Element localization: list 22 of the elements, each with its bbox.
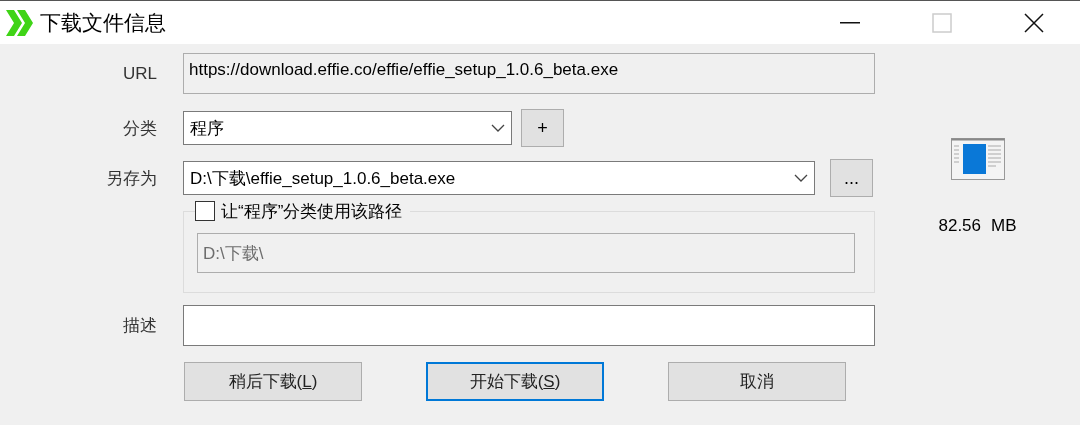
maximize-icon bbox=[932, 12, 952, 33]
double-chevron-icon bbox=[6, 9, 34, 36]
description-label: 描述 bbox=[122, 315, 158, 337]
window-title: 下载文件信息 bbox=[40, 9, 167, 36]
window-file-icon bbox=[950, 138, 1005, 180]
add-category-button[interactable]: + bbox=[521, 109, 564, 147]
url-label: URL bbox=[122, 63, 158, 84]
file-size-unit: MB bbox=[991, 216, 1017, 236]
dialog-button[interactable]: 稍后下载(L) bbox=[184, 362, 362, 401]
category-dropdown[interactable]: 程序 bbox=[183, 111, 512, 145]
browse-button[interactable]: ... bbox=[830, 159, 873, 197]
close-icon bbox=[1024, 12, 1044, 33]
checkbox-label: 让“程序”分类使用该路径 bbox=[221, 200, 403, 223]
file-size-value: 82.56 bbox=[938, 216, 981, 236]
dialog-button[interactable]: 开始下载(S) bbox=[426, 362, 604, 401]
url-field[interactable]: https://download.effie.co/effie/effie_setup_1.0.6_beta.exe bbox=[183, 53, 875, 94]
description-field[interactable] bbox=[183, 305, 875, 346]
minimize-icon bbox=[840, 21, 860, 24]
dialog-button[interactable]: 取消 bbox=[668, 362, 846, 401]
save-as-label: 另存为 bbox=[105, 167, 158, 190]
save-path-dropdown[interactable]: D:\下载\effie_setup_1.0.6_beta.exe bbox=[183, 161, 815, 195]
category-label: 分类 bbox=[122, 117, 158, 140]
